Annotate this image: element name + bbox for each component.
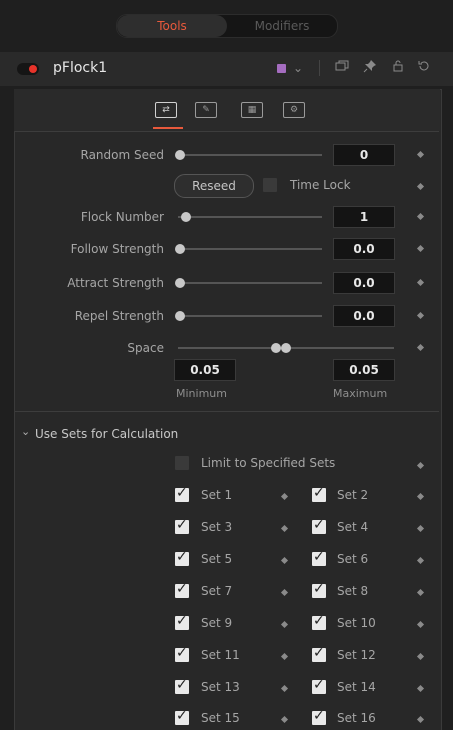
tool-title: pFlock1 — [53, 60, 108, 76]
space-maximum-label: Maximum — [333, 387, 388, 400]
set-7-checkbox[interactable] — [175, 581, 189, 598]
set-5-label: Set 5 — [201, 552, 233, 566]
follow-strength-input[interactable]: 0.0 — [333, 238, 395, 260]
limit-sets-label: Limit to Specified Sets — [201, 456, 336, 470]
copy-version-icon[interactable] — [334, 59, 350, 77]
flock-number-slider[interactable] — [178, 212, 322, 222]
set-13-label: Set 13 — [201, 680, 240, 694]
space-minimum-input[interactable]: 0.05 — [174, 359, 236, 381]
pin-icon[interactable] — [362, 59, 378, 77]
range-max-knob[interactable] — [281, 343, 291, 353]
tab-bar: Tools Modifiers — [116, 14, 338, 38]
set-6-label: Set 6 — [337, 552, 369, 566]
set-5-checkbox[interactable] — [175, 549, 189, 566]
repel-strength-slider[interactable] — [175, 311, 322, 321]
set-3-label: Set 3 — [201, 520, 233, 534]
slider-knob[interactable] — [175, 150, 185, 160]
settings-tab-icon[interactable]: ⚙ — [283, 102, 305, 118]
attract-strength-label: Attract Strength — [67, 276, 164, 290]
set-16-checkbox[interactable] — [312, 708, 326, 725]
sets-section-header[interactable]: Use Sets for Calculation — [35, 427, 178, 441]
set-13-checkbox[interactable] — [175, 677, 189, 694]
slider-knob[interactable] — [175, 244, 185, 254]
region-tab-icon[interactable]: ▦ — [241, 102, 263, 118]
set-6-checkbox[interactable] — [312, 549, 326, 566]
repel-strength-input[interactable]: 0.0 — [333, 305, 395, 327]
set-15-label: Set 15 — [201, 711, 240, 725]
set-9-checkbox[interactable] — [175, 613, 189, 630]
tab-modifiers[interactable]: Modifiers — [227, 15, 337, 37]
set-1-checkbox[interactable] — [175, 485, 189, 502]
set-9-label: Set 9 — [201, 616, 233, 630]
active-tab-indicator — [153, 127, 183, 129]
tab-tools[interactable]: Tools — [117, 15, 227, 37]
set-4-checkbox[interactable] — [312, 517, 326, 534]
random-seed-slider[interactable] — [175, 150, 322, 160]
reset-icon[interactable] — [416, 59, 432, 77]
set-10-checkbox[interactable] — [312, 613, 326, 630]
attract-strength-slider[interactable] — [175, 278, 322, 288]
follow-strength-slider[interactable] — [175, 244, 322, 254]
set-15-checkbox[interactable] — [175, 708, 189, 725]
space-maximum-input[interactable]: 0.05 — [333, 359, 395, 381]
slider-knob[interactable] — [175, 278, 185, 288]
set-4-label: Set 4 — [337, 520, 369, 534]
set-14-checkbox[interactable] — [312, 677, 326, 694]
random-seed-label: Random Seed — [80, 148, 165, 162]
range-min-knob[interactable] — [271, 343, 281, 353]
set-7-label: Set 7 — [201, 584, 233, 598]
reseed-button[interactable]: Reseed — [174, 174, 254, 198]
set-2-checkbox[interactable] — [312, 485, 326, 502]
set-1-label: Set 1 — [201, 488, 233, 502]
flock-number-label: Flock Number — [80, 210, 164, 224]
set-10-label: Set 10 — [337, 616, 376, 630]
space-label: Space — [127, 341, 164, 355]
chevron-down-icon[interactable]: ⌄ — [21, 425, 30, 438]
follow-strength-label: Follow Strength — [70, 242, 164, 256]
divider — [15, 411, 439, 412]
slider-knob[interactable] — [175, 311, 185, 321]
set-12-checkbox[interactable] — [312, 645, 326, 662]
inspector-tab-bar — [14, 89, 440, 131]
set-12-label: Set 12 — [337, 648, 376, 662]
space-range-slider[interactable] — [178, 343, 394, 353]
set-11-label: Set 11 — [201, 648, 240, 662]
set-8-checkbox[interactable] — [312, 581, 326, 598]
set-11-checkbox[interactable] — [175, 645, 189, 662]
attract-strength-input[interactable]: 0.0 — [333, 272, 395, 294]
set-8-label: Set 8 — [337, 584, 369, 598]
slider-knob[interactable] — [181, 212, 191, 222]
controls-tab-icon[interactable]: ⇄ — [155, 102, 177, 118]
set-16-label: Set 16 — [337, 711, 376, 725]
set-14-label: Set 14 — [337, 680, 376, 694]
chevron-down-icon[interactable]: ⌄ — [290, 59, 306, 77]
flock-number-input[interactable]: 1 — [333, 206, 395, 228]
space-minimum-label: Minimum — [176, 387, 227, 400]
toggle-indicator — [29, 65, 37, 73]
tool-enable-toggle[interactable] — [17, 63, 39, 75]
limit-sets-checkbox[interactable] — [175, 456, 189, 470]
random-seed-input[interactable]: 0 — [333, 144, 395, 166]
divider — [15, 131, 439, 132]
time-lock-label: Time Lock — [290, 178, 351, 192]
set-2-label: Set 2 — [337, 488, 369, 502]
repel-strength-label: Repel Strength — [74, 309, 164, 323]
set-3-checkbox[interactable] — [175, 517, 189, 534]
time-lock-checkbox[interactable] — [263, 178, 277, 192]
style-tab-icon[interactable]: ✎ — [195, 102, 217, 118]
color-swatch[interactable] — [277, 64, 286, 73]
divider — [319, 60, 320, 76]
lock-icon[interactable] — [390, 59, 406, 77]
